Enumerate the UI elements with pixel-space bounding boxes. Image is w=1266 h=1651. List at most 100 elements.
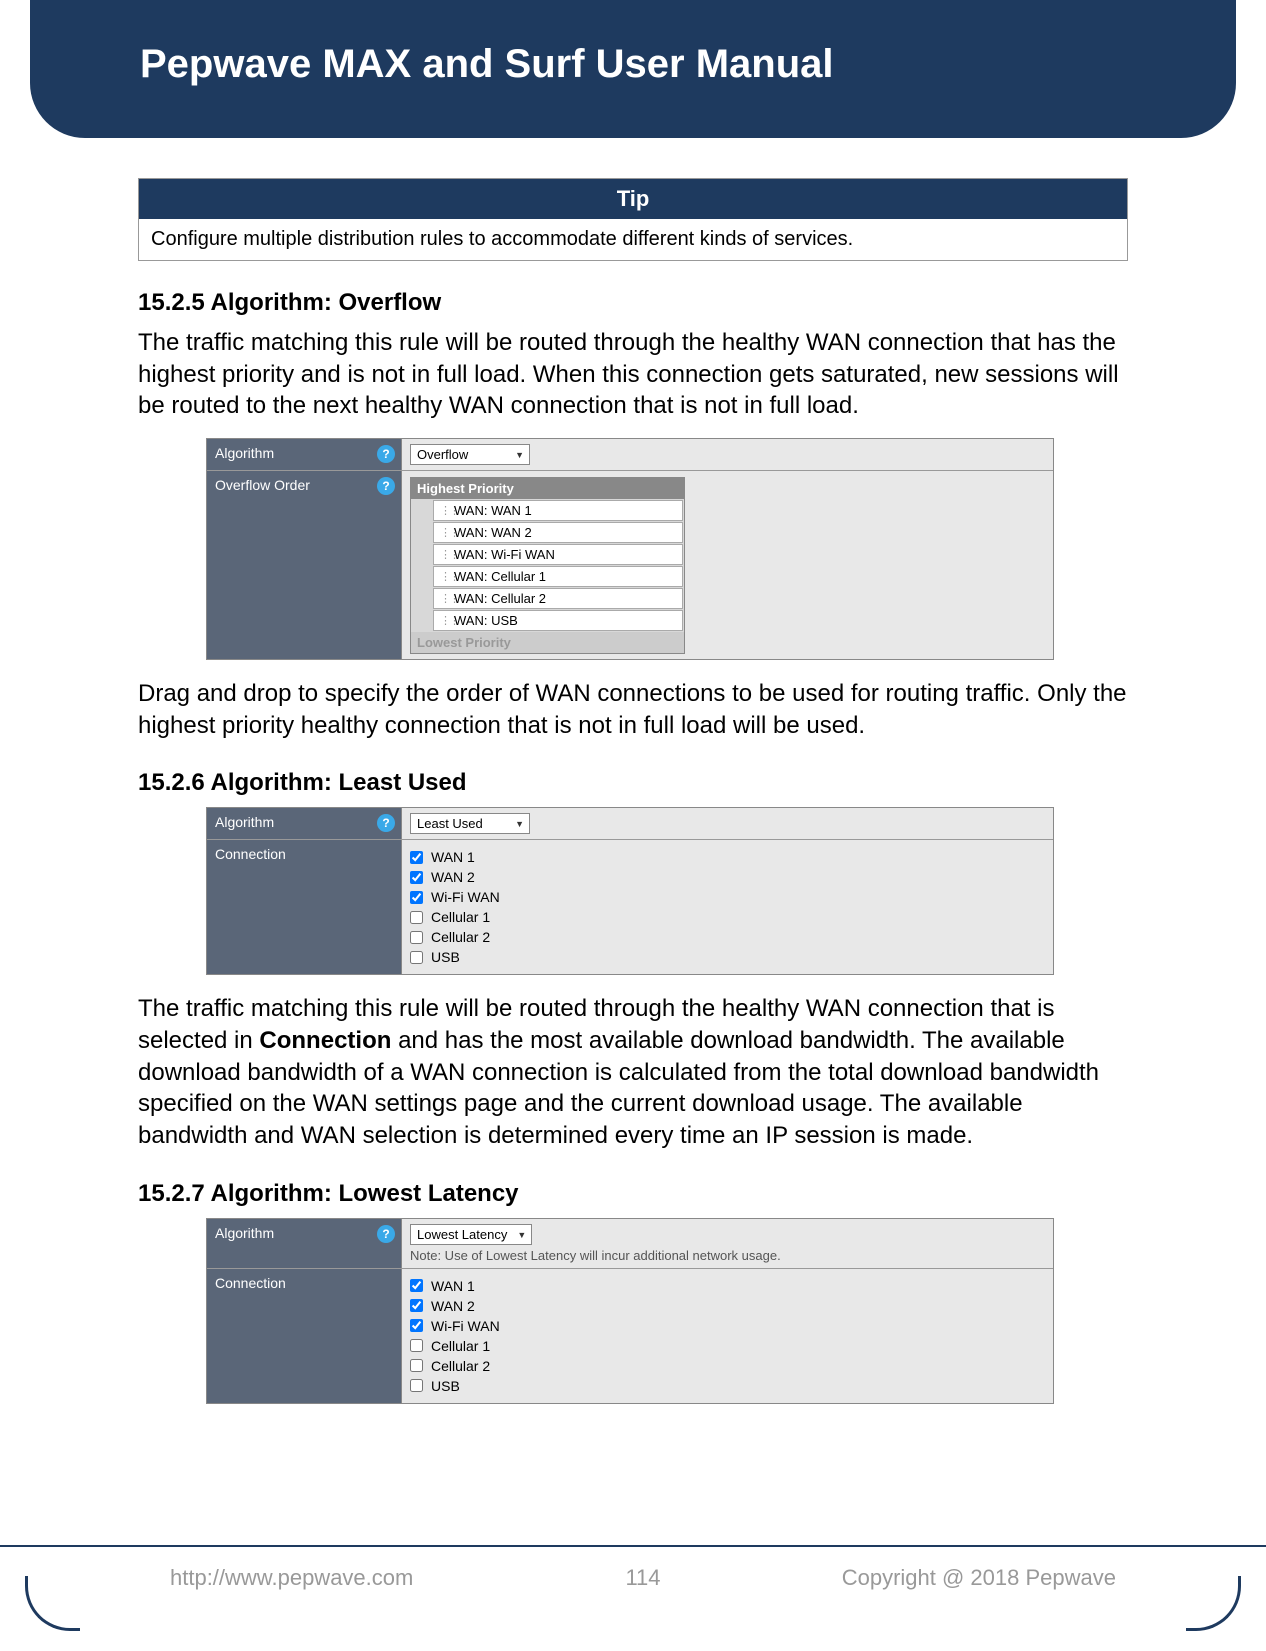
tip-body: Configure multiple distribution rules to… — [139, 219, 1127, 260]
connection-checkbox[interactable] — [410, 871, 423, 884]
connection-item-label: WAN 1 — [431, 1278, 475, 1294]
section-heading-lowestlatency: 15.2.7 Algorithm: Lowest Latency — [138, 1180, 1128, 1208]
wan-item[interactable]: ⋮⋮ WAN: WAN 1 — [433, 500, 683, 521]
connection-item: WAN 2 — [410, 1296, 1045, 1316]
tip-header: Tip — [139, 179, 1127, 219]
content: Tip Configure multiple distribution rule… — [0, 138, 1266, 1404]
connection-checkbox[interactable] — [410, 1319, 423, 1332]
algorithm-label: Algorithm ? — [207, 1219, 402, 1268]
algorithm-value-cell: Lowest Latency Note: Use of Lowest Laten… — [402, 1219, 1053, 1268]
drag-handle-icon[interactable]: ⋮⋮ — [440, 526, 449, 539]
connection-checkbox[interactable] — [410, 851, 423, 864]
wan-list: ⋮⋮ WAN: WAN 1 ⋮⋮ WAN: WAN 2 ⋮⋮ WAN: Wi-Fi WAN… — [411, 500, 684, 631]
connection-item: WAN 1 — [410, 847, 1045, 867]
connection-bold: Connection — [259, 1027, 391, 1054]
help-icon[interactable]: ? — [377, 477, 395, 495]
corner-decoration — [1186, 1576, 1241, 1631]
wan-item-label: WAN: WAN 2 — [454, 525, 532, 540]
drag-handle-icon[interactable]: ⋮⋮ — [440, 504, 449, 517]
wan-item[interactable]: ⋮⋮ WAN: Cellular 1 — [433, 566, 683, 587]
wan-item-label: WAN: Wi-Fi WAN — [454, 547, 555, 562]
footer-url[interactable]: http://www.pepwave.com — [170, 1565, 583, 1591]
connection-item: Cellular 1 — [410, 1336, 1045, 1356]
drag-handle-icon[interactable]: ⋮⋮ — [440, 548, 449, 561]
connection-cell: WAN 1 WAN 2 Wi-Fi WAN Cellular 1 Cellular 2 U… — [402, 840, 1053, 974]
connection-item: WAN 2 — [410, 867, 1045, 887]
wan-item[interactable]: ⋮⋮ WAN: Cellular 2 — [433, 588, 683, 609]
connection-checkbox[interactable] — [410, 1379, 423, 1392]
wan-item[interactable]: ⋮⋮ WAN: WAN 2 — [433, 522, 683, 543]
connection-checkbox[interactable] — [410, 951, 423, 964]
help-icon[interactable]: ? — [377, 814, 395, 832]
help-icon[interactable]: ? — [377, 1225, 395, 1243]
priority-box: Highest Priority ⋮⋮ WAN: WAN 1 ⋮⋮ WAN: WAN … — [410, 477, 685, 654]
connection-checkbox[interactable] — [410, 1359, 423, 1372]
connection-list: WAN 1 WAN 2 Wi-Fi WAN Cellular 1 Cellular 2 U… — [410, 845, 1045, 969]
overflow-desc-2: Drag and drop to specify the order of WA… — [138, 678, 1128, 741]
connection-list: WAN 1 WAN 2 Wi-Fi WAN Cellular 1 Cellular 2 U… — [410, 1274, 1045, 1398]
algorithm-select[interactable]: Overflow — [410, 444, 530, 465]
drag-handle-icon[interactable]: ⋮⋮ — [440, 592, 449, 605]
connection-checkbox[interactable] — [410, 1339, 423, 1352]
algorithm-label: Algorithm ? — [207, 808, 402, 839]
connection-checkbox[interactable] — [410, 1299, 423, 1312]
connection-item-label: Cellular 1 — [431, 1338, 490, 1354]
highest-priority-label: Highest Priority — [411, 478, 684, 499]
connection-item: Wi-Fi WAN — [410, 1316, 1045, 1336]
corner-decoration — [25, 1576, 80, 1631]
tip-box: Tip Configure multiple distribution rule… — [138, 178, 1128, 261]
wan-item-label: WAN: WAN 1 — [454, 503, 532, 518]
footer-page-number: 114 — [583, 1565, 703, 1591]
connection-item-label: WAN 2 — [431, 869, 475, 885]
header-band: Pepwave MAX and Surf User Manual — [30, 0, 1236, 138]
help-icon[interactable]: ? — [377, 445, 395, 463]
connection-checkbox[interactable] — [410, 931, 423, 944]
connection-label: Connection — [207, 1269, 402, 1403]
drag-handle-icon[interactable]: ⋮⋮ — [440, 614, 449, 627]
algorithm-label-text: Algorithm — [215, 814, 274, 830]
wan-item-label: WAN: Cellular 1 — [454, 569, 546, 584]
wan-item[interactable]: ⋮⋮ WAN: Wi-Fi WAN — [433, 544, 683, 565]
connection-label-text: Connection — [215, 846, 286, 862]
section-heading-overflow: 15.2.5 Algorithm: Overflow — [138, 289, 1128, 317]
connection-checkbox[interactable] — [410, 911, 423, 924]
overflow-order-label: Overflow Order ? — [207, 471, 402, 659]
section-heading-leastused: 15.2.6 Algorithm: Least Used — [138, 769, 1128, 797]
lowestlatency-config-table: Algorithm ? Lowest Latency Note: Use of … — [206, 1218, 1054, 1404]
connection-item-label: Cellular 2 — [431, 929, 490, 945]
connection-label-text: Connection — [215, 1275, 286, 1291]
connection-item: WAN 1 — [410, 1276, 1045, 1296]
connection-cell: WAN 1 WAN 2 Wi-Fi WAN Cellular 1 Cellular 2 U… — [402, 1269, 1053, 1403]
connection-item: Cellular 2 — [410, 1356, 1045, 1376]
overflow-order-text: Overflow Order — [215, 477, 310, 493]
wan-item[interactable]: ⋮⋮ WAN: USB — [433, 610, 683, 631]
latency-note: Note: Use of Lowest Latency will incur a… — [410, 1248, 1045, 1263]
connection-item-label: USB — [431, 1378, 460, 1394]
drag-handle-icon[interactable]: ⋮⋮ — [440, 570, 449, 583]
connection-item: USB — [410, 1376, 1045, 1396]
connection-item-label: WAN 2 — [431, 1298, 475, 1314]
overflow-order-cell: Highest Priority ⋮⋮ WAN: WAN 1 ⋮⋮ WAN: WAN … — [402, 471, 1053, 659]
connection-item-label: Wi-Fi WAN — [431, 889, 500, 905]
wan-item-label: WAN: USB — [454, 613, 518, 628]
connection-checkbox[interactable] — [410, 891, 423, 904]
footer-copyright: Copyright @ 2018 Pepwave — [703, 1565, 1116, 1591]
lowest-priority-label: Lowest Priority — [411, 632, 684, 653]
leastused-desc: The traffic matching this rule will be r… — [138, 993, 1128, 1151]
connection-item: Cellular 2 — [410, 927, 1045, 947]
algorithm-select[interactable]: Lowest Latency — [410, 1224, 532, 1245]
page-title: Pepwave MAX and Surf User Manual — [30, 0, 1236, 87]
connection-item-label: Cellular 1 — [431, 909, 490, 925]
algorithm-value-cell: Least Used — [402, 808, 1053, 839]
algorithm-label-text: Algorithm — [215, 1225, 274, 1241]
algorithm-label: Algorithm ? — [207, 439, 402, 470]
algorithm-value-cell: Overflow — [402, 439, 1053, 470]
wan-item-label: WAN: Cellular 2 — [454, 591, 546, 606]
connection-item-label: Cellular 2 — [431, 1358, 490, 1374]
overflow-config-table: Algorithm ? Overflow Overflow Order ? Hi… — [206, 438, 1054, 660]
algorithm-select[interactable]: Least Used — [410, 813, 530, 834]
connection-item: Cellular 1 — [410, 907, 1045, 927]
connection-checkbox[interactable] — [410, 1279, 423, 1292]
footer: http://www.pepwave.com 114 Copyright @ 2… — [0, 1545, 1266, 1591]
connection-item-label: USB — [431, 949, 460, 965]
